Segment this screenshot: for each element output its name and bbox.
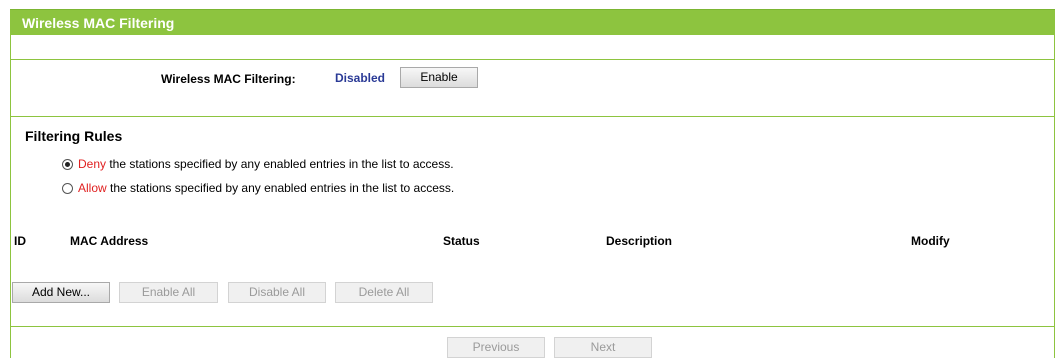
enable-all-button[interactable]: Enable All: [119, 282, 218, 303]
deny-rule-text: the stations specified by any enabled en…: [106, 157, 454, 171]
column-header-status: Status: [443, 234, 480, 248]
previous-button[interactable]: Previous: [447, 337, 545, 358]
allow-rule-text: the stations specified by any enabled en…: [106, 181, 455, 195]
allow-radio[interactable]: [62, 183, 73, 194]
column-header-description: Description: [606, 234, 673, 248]
divider: [10, 326, 1055, 327]
allow-keyword: Allow: [78, 181, 107, 195]
delete-all-button[interactable]: Delete All: [335, 282, 433, 303]
mac-filtering-status: Disabled: [335, 71, 386, 85]
mac-filtering-label: Wireless MAC Filtering:: [161, 72, 296, 86]
column-header-mac-address: MAC Address: [70, 234, 149, 248]
title-bar: Wireless MAC Filtering: [10, 9, 1055, 35]
divider: [10, 116, 1055, 117]
column-header-modify: Modify: [911, 234, 950, 248]
deny-radio[interactable]: [62, 159, 73, 170]
column-header-id: ID: [14, 234, 26, 248]
page-title: Wireless MAC Filtering: [22, 15, 175, 31]
deny-keyword: Deny: [78, 157, 107, 171]
divider: [10, 59, 1055, 60]
next-button[interactable]: Next: [554, 337, 652, 358]
filtering-rules-title: Filtering Rules: [25, 128, 123, 144]
allow-rule-option[interactable]: Allow the stations specified by any enab…: [62, 181, 454, 195]
add-new-button[interactable]: Add New...: [12, 282, 110, 303]
enable-button[interactable]: Enable: [400, 67, 478, 88]
disable-all-button[interactable]: Disable All: [228, 282, 326, 303]
deny-rule-option[interactable]: Deny the stations specified by any enabl…: [62, 157, 454, 171]
